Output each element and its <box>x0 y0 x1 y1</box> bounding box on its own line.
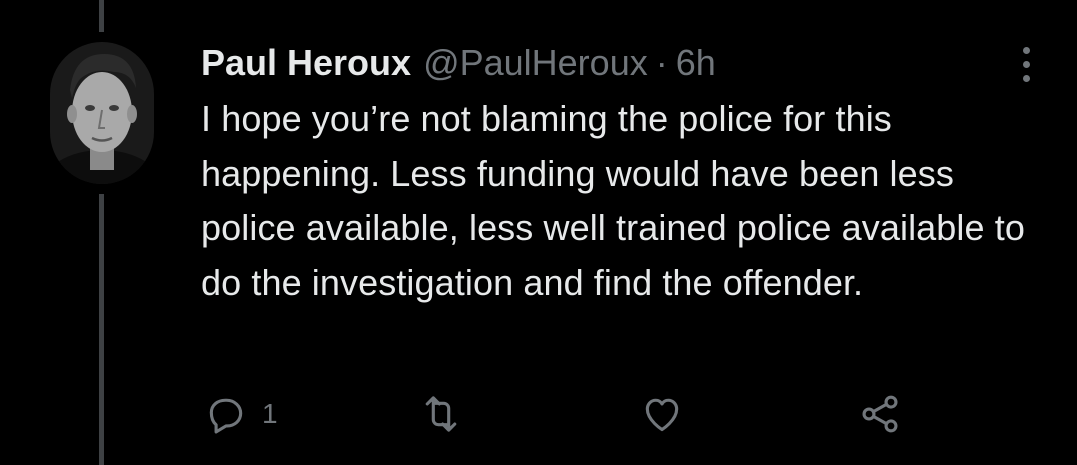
retweet-button[interactable] <box>418 392 464 436</box>
retweet-icon <box>425 396 457 432</box>
display-name[interactable]: Paul Heroux <box>201 38 411 88</box>
reply-icon <box>209 398 243 434</box>
reply-count: 1 <box>262 398 278 429</box>
heart-icon <box>645 398 679 432</box>
share-icon <box>862 395 898 433</box>
more-dot <box>1022 74 1030 82</box>
more-icon[interactable] <box>1012 44 1040 84</box>
share-button[interactable] <box>858 392 902 436</box>
tweet-text: I hope you’re not blaming the police for… <box>201 98 1025 303</box>
user-handle[interactable]: @PaulHeroux <box>423 38 648 88</box>
more-dot <box>1022 46 1030 54</box>
tweet-actions: 1 <box>0 392 1077 436</box>
separator-dot: · <box>655 42 668 83</box>
tweet-header: Paul Heroux @PaulHeroux · 6h <box>201 38 1051 88</box>
more-dot <box>1022 60 1030 68</box>
like-button[interactable] <box>640 392 684 436</box>
avatar[interactable] <box>50 42 154 184</box>
thread-line-top <box>99 0 104 32</box>
reply-button[interactable]: 1 <box>204 392 278 436</box>
timestamp[interactable]: 6h <box>676 38 716 88</box>
tweet-content: Paul Heroux @PaulHeroux · 6h I hope you’… <box>201 38 1051 310</box>
